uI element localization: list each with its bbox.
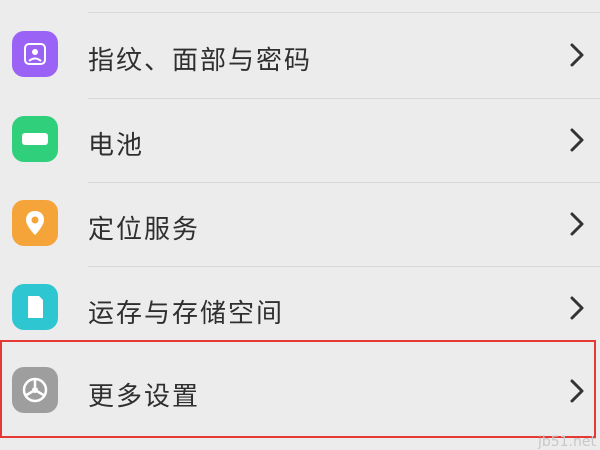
settings-item-location[interactable]: 定位服务: [0, 183, 600, 267]
fingerprint-face-icon: [12, 31, 58, 77]
battery-icon: [12, 116, 58, 162]
settings-list: 指纹、面部与密码 电池 定位服务 运存与存储空间 更多设置 jb51.net: [0, 0, 600, 450]
chevron-right-icon: [568, 42, 586, 68]
chevron-right-icon: [568, 211, 586, 237]
storage-icon: [12, 284, 58, 330]
settings-item-fingerprint[interactable]: 指纹、面部与密码: [0, 14, 600, 98]
settings-item-battery[interactable]: 电池: [0, 99, 600, 183]
chevron-right-icon: [568, 295, 586, 321]
divider: [88, 12, 600, 13]
settings-item-label: 电池: [88, 131, 145, 161]
location-pin-icon: [12, 200, 58, 246]
settings-item-storage[interactable]: 运存与存储空间: [0, 267, 600, 351]
settings-item-label: 运存与存储空间: [88, 299, 285, 329]
highlight-box: [0, 340, 596, 438]
settings-item-label: 定位服务: [88, 215, 201, 245]
settings-item-label: 指纹、面部与密码: [88, 46, 313, 76]
chevron-right-icon: [568, 127, 586, 153]
watermark: jb51.net: [537, 434, 596, 450]
